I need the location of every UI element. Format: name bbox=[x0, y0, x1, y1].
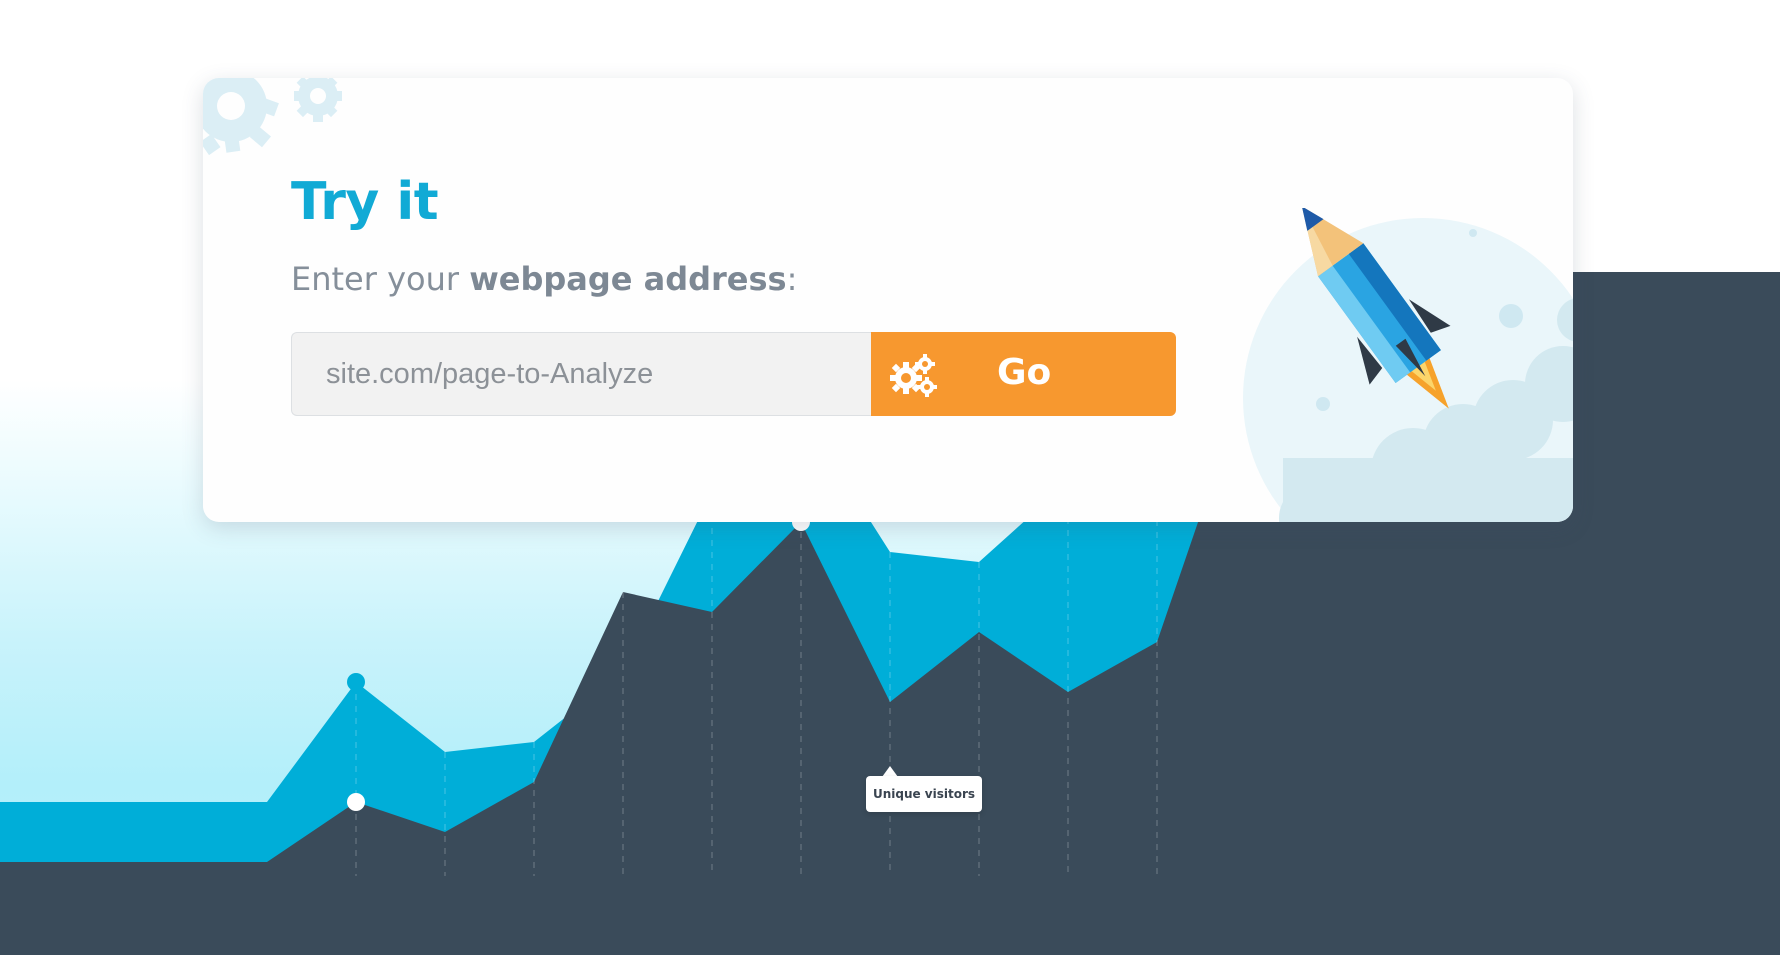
gears-decor-icon bbox=[203, 78, 342, 156]
prompt-prefix: Enter your bbox=[291, 260, 470, 298]
page-background: Unique visitors Try it Enter your webpag… bbox=[0, 0, 1780, 956]
rocket-pencil-icon bbox=[1243, 208, 1573, 522]
try-it-card: Try it Enter your webpage address: site.… bbox=[203, 78, 1573, 522]
card-title: Try it bbox=[291, 172, 439, 232]
gears-icon bbox=[890, 354, 937, 397]
prompt-emphasis: webpage address bbox=[469, 260, 787, 298]
input-prompt: Enter your webpage address: bbox=[291, 260, 797, 298]
go-button[interactable]: Go bbox=[871, 332, 1176, 416]
go-button-label: Go bbox=[997, 352, 1052, 393]
unique-visitors-tooltip: Unique visitors bbox=[866, 776, 982, 812]
series-upper-marker bbox=[347, 673, 365, 691]
series-lower-marker bbox=[347, 793, 365, 811]
prompt-suffix: : bbox=[786, 260, 798, 298]
url-input[interactable] bbox=[291, 332, 871, 416]
